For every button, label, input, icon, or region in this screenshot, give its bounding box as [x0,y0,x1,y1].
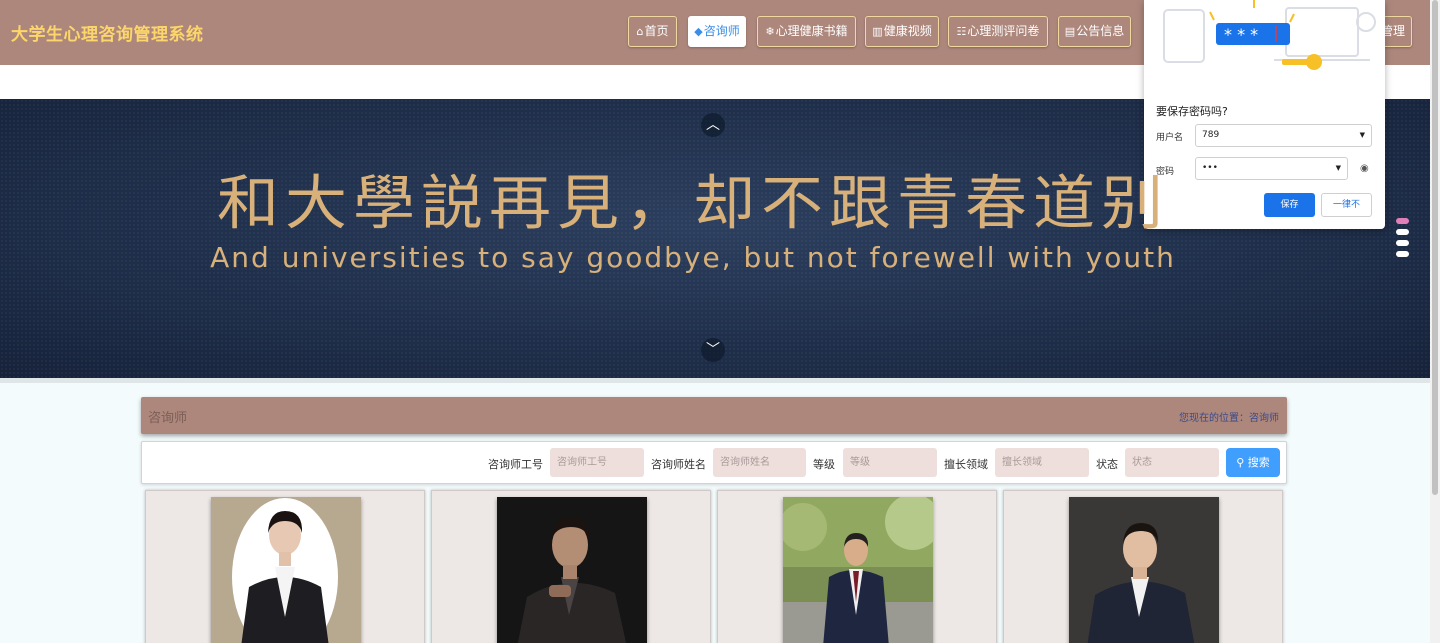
nav-home[interactable]: ⌂首页 [628,16,677,47]
snowflake-icon: ❄ [765,25,775,38]
counselor-photo [497,497,647,643]
status-input[interactable] [1125,448,1219,477]
carousel-dot[interactable] [1396,251,1409,257]
nav-notice[interactable]: ▤公告信息 [1058,16,1131,47]
dropdown-caret-icon: ▼ [1359,131,1365,139]
divider [0,378,1430,383]
counselor-name-input[interactable] [713,448,806,477]
book-icon: ▥ [872,25,883,38]
specialty-input[interactable] [995,448,1089,477]
username-select[interactable]: 789 ▼ [1195,124,1372,147]
chevron-up-icon[interactable]: ︿ [701,113,725,137]
label-specialty: 擅长领域 [944,458,988,471]
search-button[interactable]: ⚲ 搜索 [1226,448,1280,477]
breadcrumb: 咨询师 您现在的位置：咨询师 [141,397,1287,434]
counselor-card[interactable] [431,490,711,643]
search-icon: ⚲ [1236,456,1245,469]
label-level: 等级 [813,458,835,471]
save-password-question: 要保存密码吗? [1156,105,1228,118]
page-title: 咨询师 [148,411,188,426]
password-illustration: * * * [1163,0,1376,70]
carousel-dot[interactable] [1396,240,1409,246]
nav-videos[interactable]: ▥健康视频 [865,16,939,47]
chevron-down-icon[interactable]: ﹀ [701,338,725,362]
scrollbar-thumb[interactable] [1432,0,1438,495]
survey-icon: ☷ [956,25,967,38]
carousel-dot[interactable] [1396,229,1409,235]
notice-icon: ▤ [1064,25,1076,38]
label-status: 状态 [1096,458,1118,471]
carousel-dot[interactable] [1396,218,1409,224]
label-counselor-name: 咨询师姓名 [651,458,706,471]
username-label: 用户名 [1156,133,1184,143]
counselor-photo [1069,497,1219,643]
counselor-card[interactable] [145,490,425,643]
cap-icon: ◆ [694,25,703,38]
search-form: 咨询师工号 咨询师姓名 等级 擅长领域 状态 ⚲ 搜索 [141,441,1287,484]
counselor-card[interactable] [1003,490,1283,643]
nav-counselor[interactable]: ◆咨询师 [688,16,746,47]
banner-title-en: And universities to say goodbye, but not… [210,241,1176,274]
counselor-photo [783,497,933,643]
svg-text:* * *: * * * [1224,25,1258,44]
nav-survey[interactable]: ☷心理测评问卷 [948,16,1048,47]
level-input[interactable] [843,448,937,477]
carousel-dots [1392,215,1416,261]
page-scrollbar[interactable] [1430,0,1440,643]
counselor-photo [211,497,361,643]
site-title: 大学生心理咨询管理系统 [11,25,204,45]
counselor-id-input[interactable] [550,448,644,477]
breadcrumb-location: 您现在的位置：咨询师 [1179,413,1279,424]
label-counselor-id: 咨询师工号 [488,458,543,471]
home-icon: ⌂ [636,25,644,38]
nav-books[interactable]: ❄心理健康书籍 [757,16,856,47]
counselor-card[interactable] [717,490,997,643]
banner-title-cn: 和大學説再見，却不跟青春道别 [216,168,1169,238]
